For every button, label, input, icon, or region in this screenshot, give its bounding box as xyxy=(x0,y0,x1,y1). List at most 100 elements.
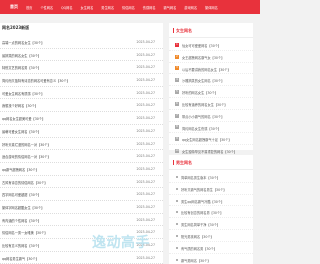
item-link[interactable]: 有气质的网名男【30个】 xyxy=(181,246,217,251)
article-date: 2023-04-27 xyxy=(136,90,155,95)
article-date: 2023-04-27 xyxy=(136,52,155,57)
item-link[interactable]: 男生网名简单干净【30个】 xyxy=(181,222,220,227)
article-title-link[interactable]: 四字网名可爱超甜【30个】 xyxy=(2,192,41,197)
ranked-item[interactable]: 9 qq女生网名超拽霸气十足【30个】 xyxy=(169,133,253,146)
list-item[interactable]: 霸气男网名【30个】 xyxy=(169,254,253,264)
article-title-link[interactable]: 繁体字网名超酷女生【30个】 xyxy=(2,205,44,210)
rank-badge: 6 xyxy=(175,101,179,106)
list-item[interactable]: 特别文艺的网名男【30个】 2023-04-27 xyxy=(0,61,163,75)
item-link[interactable]: 男生qq网名霸气冷酷【30个】 xyxy=(181,199,224,204)
article-title-link[interactable]: 特别文艺的网名男【30个】 xyxy=(2,65,41,70)
item-link[interactable]: qq女生网名超拽霸气十足【30个】 xyxy=(182,137,232,142)
item-link[interactable]: 女王超拽网名霸气女【30个】 xyxy=(182,55,224,60)
article-title-link[interactable]: qq霸气超拽网名【30个】 xyxy=(2,167,39,172)
nav-item[interactable]: 情侣网名 xyxy=(122,5,135,10)
list-item[interactable]: 繁体字网名超酷女生【30个】 2023-04-27 xyxy=(0,201,163,214)
ranked-item[interactable]: 5 好听的网名女生【30个】 xyxy=(169,86,253,98)
list-item[interactable]: 男生网名简单干净【30个】 xyxy=(169,218,253,230)
top-nav: 首页 首页 个性网名 QQ网名 女生网名 男生网名 情侣网名 伤感网名 霸气网名… xyxy=(0,0,260,14)
list-item[interactable]: 好听天真烂漫的网名一对【30个】 2023-04-27 xyxy=(0,138,163,151)
list-item[interactable]: 可爱女生网名有质感【30个】 2023-04-27 xyxy=(0,87,163,100)
item-link[interactable]: 阳光男孩网名【30个】 xyxy=(181,234,214,239)
list-item[interactable]: 适合游戏的情侣网名一对【30个】 2023-04-27 xyxy=(0,150,163,163)
item-link[interactable]: 女生独特罕见不易重复的网名【30个】 xyxy=(182,149,237,154)
item-link[interactable]: 比较有创意的网名男【30个】 xyxy=(181,210,223,215)
item-link[interactable]: 仙女可可爱爱网名【30个】 xyxy=(182,43,221,48)
article-title-link[interactable]: qq网名女生甜美可爱【30个】 xyxy=(2,116,45,121)
ranked-item[interactable]: 2 女王超拽网名霸气女【30个】 xyxy=(169,51,253,63)
bullet-icon xyxy=(176,211,178,214)
article-title-link[interactable]: 高端一点的网名女生【30个】 xyxy=(2,40,44,45)
list-item[interactable]: 四字网名可爱超甜【30个】 2023-04-27 xyxy=(0,188,163,201)
article-title-link[interactable]: 简约而又独特有诗意的网名可爱有意义【30个】 xyxy=(2,78,70,83)
item-link[interactable]: 沙雕搞笑的女生网名【30个】 xyxy=(182,78,224,83)
article-date: 2023-04-27 xyxy=(136,166,155,171)
article-title-link[interactable]: 可爱女生网名有质感【30个】 xyxy=(2,91,44,96)
article-title-link[interactable]: 情侣网名一男一女唯美【30个】 xyxy=(2,230,48,235)
nav-item[interactable]: 游戏网名 xyxy=(184,5,197,10)
article-title-link[interactable]: 好听天真烂漫的网名一对【30个】 xyxy=(2,142,51,147)
list-item[interactable]: 有内涵的个性网名【30个】 2023-04-27 xyxy=(0,214,163,227)
site-logo[interactable]: 首页 xyxy=(10,4,18,10)
panel-header: 男生网名 xyxy=(169,155,253,170)
article-title-link[interactable]: 有内涵的个性网名【30个】 xyxy=(2,218,41,223)
nav-item[interactable]: 首页 xyxy=(26,5,32,10)
list-item[interactable]: 男生qq网名霸气冷酷【30个】 xyxy=(169,195,253,207)
list-item[interactable]: qq霸气超拽网名【30个】 2023-04-27 xyxy=(0,163,163,176)
bullet-icon xyxy=(176,187,178,190)
article-date: 2023-04-27 xyxy=(136,154,155,159)
nav-item[interactable]: 繁体网名 xyxy=(205,5,218,10)
item-link[interactable]: 好听的网名女生【30个】 xyxy=(182,90,218,95)
item-link[interactable]: 好听又霸气的网名男生【30个】 xyxy=(181,187,227,192)
list-item[interactable]: 好听又霸气的网名男生【30个】 xyxy=(169,183,253,195)
ranked-item[interactable]: 4 沙雕搞笑的女生网名【30个】 xyxy=(169,74,253,87)
nav-item[interactable]: 女生网名 xyxy=(81,5,94,10)
list-item[interactable]: 最搞笑的网名女生【30个】 2023-04-27 xyxy=(0,49,163,62)
item-link[interactable]: 霸气男网名【30个】 xyxy=(181,258,211,263)
list-item[interactable]: 阳光男孩网名【30个】 xyxy=(169,230,253,242)
ranked-item[interactable]: 8 简约网名女生伤感【30个】 xyxy=(169,122,253,134)
list-item[interactable]: 简单网名男生版本【30个】 xyxy=(169,171,253,183)
nav-menu: 首页 个性网名 QQ网名 女生网名 男生网名 情侣网名 伤感网名 霸气网名 游戏… xyxy=(26,5,218,10)
article-title-link[interactable]: 适合游戏的情侣网名一对【30个】 xyxy=(2,154,51,159)
article-title-link[interactable]: 最搞笑的网名女生【30个】 xyxy=(2,53,41,58)
ranked-item[interactable]: 7 带点小小霸气的网名【30个】 xyxy=(169,110,253,122)
list-item[interactable]: 我想找个好网名【30个】 2023-04-27 xyxy=(0,99,163,113)
nav-item[interactable]: 男生网名 xyxy=(101,5,114,10)
nav-item[interactable]: 个性网名 xyxy=(40,5,53,10)
list-item[interactable]: 比较有创意的网名男【30个】 xyxy=(169,206,253,219)
article-title-link[interactable]: qq网名男生霸气【30个】 xyxy=(2,256,39,261)
article-date: 2023-04-27 xyxy=(136,192,155,197)
list-item[interactable]: 简约而又独特有诗意的网名可爱有意义【30个】 2023-04-27 xyxy=(0,74,163,87)
list-item[interactable]: qq网名女生甜美可爱【30个】 2023-04-27 xyxy=(0,112,163,125)
article-title-link[interactable]: 最萌可爱女生网名【30个】 xyxy=(2,129,41,134)
nav-item[interactable]: QQ网名 xyxy=(61,5,72,10)
ranked-item[interactable]: 6 比较有涵养的网名女生【30个】 xyxy=(169,98,253,110)
panel-title: 女生网名 xyxy=(176,28,192,33)
list-item[interactable]: 高端一点的网名女生【30个】 2023-04-27 xyxy=(0,36,163,49)
item-link[interactable]: 比较有涵养的网名女生【30个】 xyxy=(182,102,228,107)
item-link[interactable]: 带点小小霸气的网名【30个】 xyxy=(182,114,224,119)
article-title-link[interactable]: 古风有诗意的情侣网名【30个】 xyxy=(2,180,48,185)
article-title-link[interactable]: 我想找个好网名【30个】 xyxy=(2,103,38,108)
ranked-item[interactable]: 1 仙女可可爱爱网名【30个】 xyxy=(169,39,253,51)
rank-badge: 8 xyxy=(175,125,179,130)
item-link[interactable]: 简约网名女生伤感【30个】 xyxy=(182,126,221,131)
article-title-link[interactable]: 比较有意义的网名【30个】 xyxy=(2,243,41,248)
bullet-icon xyxy=(176,246,178,249)
accent-bar xyxy=(173,160,174,165)
list-item[interactable]: 有气质的网名男【30个】 xyxy=(169,242,253,254)
list-item[interactable]: 古风有诗意的情侣网名【30个】 2023-04-27 xyxy=(0,176,163,189)
nav-item[interactable]: 霸气网名 xyxy=(164,5,177,10)
item-link[interactable]: 简单网名男生版本【30个】 xyxy=(181,175,220,180)
bullet-icon xyxy=(176,176,178,178)
ranked-item[interactable]: 3 以后不要讲我的网名女生【30个】 xyxy=(169,63,253,75)
article-date: 2023-04-27 xyxy=(136,128,155,133)
article-date: 2023-04-27 xyxy=(136,179,155,184)
article-date: 2023-04-27 xyxy=(136,255,155,260)
list-item[interactable]: qq网名男生霸气【30个】 2023-04-27 xyxy=(0,252,163,264)
article-date: 2023-04-27 xyxy=(136,78,155,83)
list-item[interactable]: 最萌可爱女生网名【30个】 2023-04-27 xyxy=(0,125,163,138)
nav-item[interactable]: 伤感网名 xyxy=(143,5,156,10)
item-link[interactable]: 以后不要讲我的网名女生【30个】 xyxy=(182,67,231,72)
